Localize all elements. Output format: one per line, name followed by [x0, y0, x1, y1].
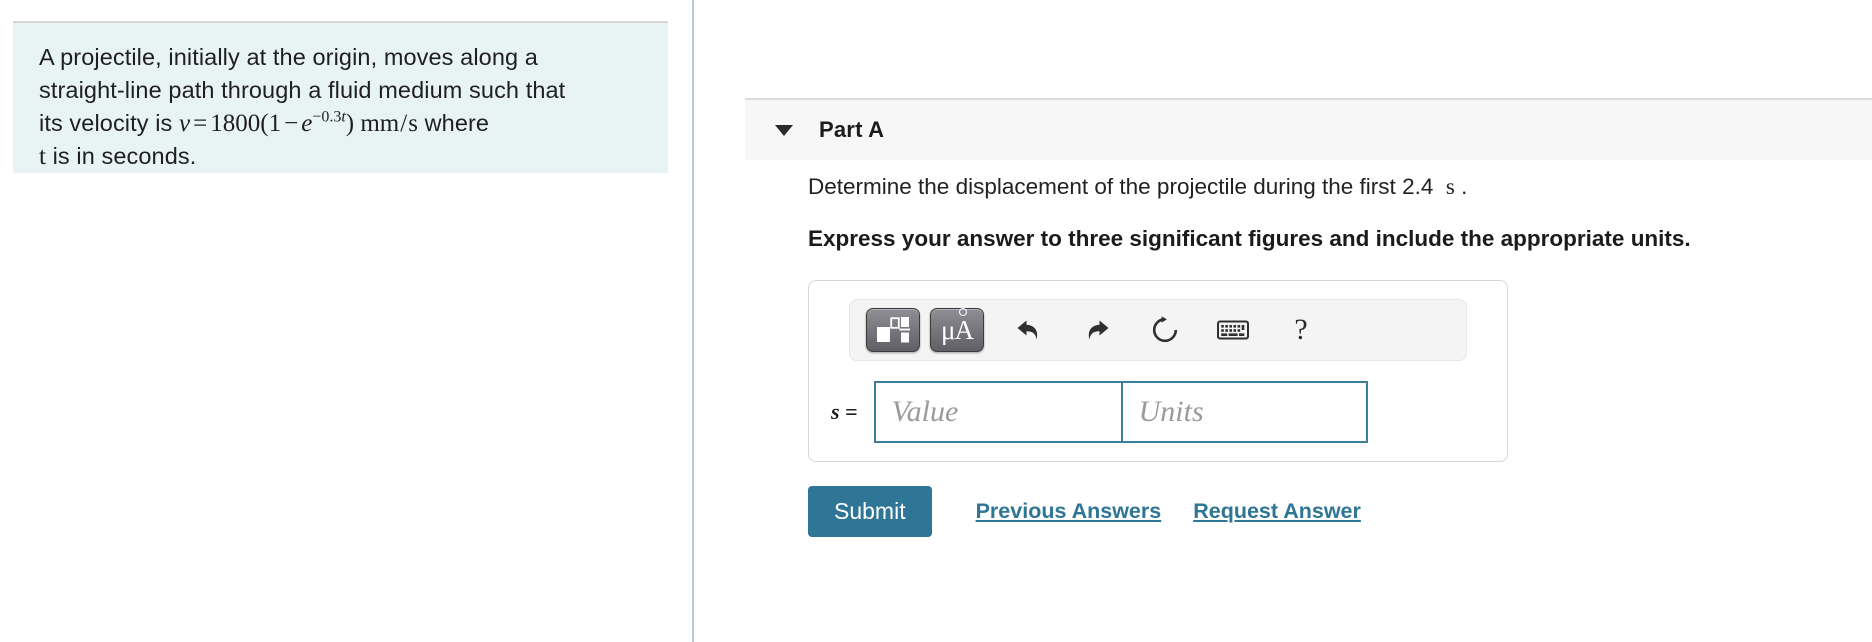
keyboard-button[interactable] — [1210, 308, 1256, 352]
reset-icon — [1152, 316, 1178, 343]
equation-units-numerator: mm — [360, 110, 400, 137]
units-mu-label: μ — [941, 314, 956, 345]
equation-exponent: −0.3t — [312, 109, 345, 126]
answer-instruction: Express your answer to three significant… — [808, 226, 1691, 251]
answer-input-row: s = — [827, 381, 1489, 443]
part-a-title: Part A — [819, 117, 885, 142]
part-a-body: Determine the displacement of the projec… — [808, 172, 1872, 538]
exponent-coefficient: 0.3 — [321, 108, 342, 126]
units-button[interactable]: μA — [930, 307, 984, 352]
question-unit: s — [1445, 174, 1455, 199]
reset-button[interactable] — [1142, 308, 1188, 352]
redo-icon — [1088, 320, 1109, 340]
equation-units-slash: / — [400, 110, 408, 137]
equation-one: 1 — [268, 110, 282, 137]
units-angstrom-label: A — [954, 307, 974, 344]
undo-icon — [1017, 320, 1038, 340]
submit-button[interactable]: Submit — [808, 486, 932, 538]
problem-line-4-variable: t — [39, 143, 46, 170]
problem-page: A projectile, initially at the origin, m… — [0, 0, 1872, 642]
part-a-pane: Part A Determine the displacement of the… — [694, 0, 1872, 642]
equation-equals: = — [193, 110, 208, 137]
value-input[interactable] — [873, 381, 1122, 443]
equation-exp-base: e — [301, 110, 313, 137]
math-template-icon — [877, 317, 910, 343]
undo-button[interactable] — [1006, 308, 1052, 352]
equation-minus: − — [284, 110, 299, 137]
problem-statement-pane: A projectile, initially at the origin, m… — [0, 0, 692, 642]
problem-line-4-text: is in seconds. — [45, 143, 197, 169]
question-value: 2.4 — [1402, 174, 1434, 199]
caret-down-icon[interactable] — [775, 124, 793, 136]
question-prefix: Determine the displacement of the projec… — [808, 174, 1403, 199]
equation-paren-close: ) — [345, 110, 355, 137]
problem-line-1: A projectile, initially at the origin, m… — [39, 44, 538, 70]
units-input[interactable] — [1121, 381, 1368, 443]
equation-paren-open: ( — [260, 110, 269, 137]
redo-button[interactable] — [1074, 308, 1120, 352]
equation-units-denominator: s — [408, 110, 418, 137]
part-a-header[interactable]: Part A — [745, 98, 1872, 160]
velocity-equation: v = 1800(1− e−0.3t) mm/s — [179, 109, 418, 137]
problem-line-3-suffix: where — [417, 110, 490, 136]
question-prompt: Determine the displacement of the projec… — [808, 172, 1872, 202]
problem-statement-text: A projectile, initially at the origin, m… — [39, 41, 646, 173]
equation-lhs: v — [179, 110, 191, 137]
help-button[interactable]: ? — [1278, 308, 1324, 352]
answer-variable-label: s = — [831, 399, 858, 424]
problem-line-2: straight-line path through a fluid mediu… — [39, 77, 566, 103]
answer-actions-row: Submit Previous Answers Request Answer — [808, 486, 1872, 538]
answer-entry-box: μA ? s = Value Units — [808, 280, 1508, 462]
request-answer-link[interactable]: Request Answer — [1193, 499, 1361, 524]
math-template-button[interactable] — [866, 308, 920, 352]
problem-statement-card: A projectile, initially at the origin, m… — [13, 21, 668, 173]
previous-answers-link[interactable]: Previous Answers — [976, 499, 1162, 524]
exponent-sign: − — [312, 108, 322, 126]
equation-coefficient: 1800 — [210, 110, 261, 137]
math-toolbar: μA ? — [849, 299, 1467, 361]
keyboard-icon — [1217, 320, 1249, 340]
problem-line-3-prefix: its velocity is — [39, 110, 180, 136]
question-suffix: . — [1461, 174, 1468, 199]
